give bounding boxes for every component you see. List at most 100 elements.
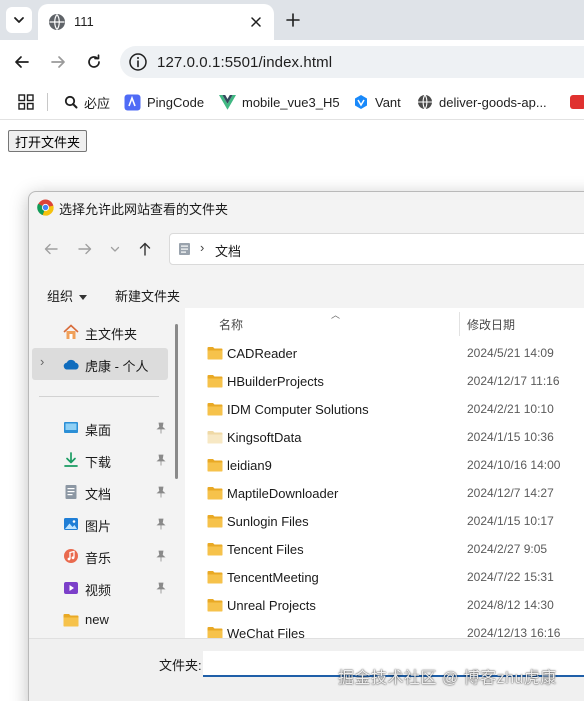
organize-label: 组织: [47, 289, 74, 304]
file-name: CADReader: [227, 346, 298, 361]
up-folder-button[interactable]: [135, 239, 155, 259]
bookmark-deliver-goods[interactable]: deliver-goods-ap...: [417, 93, 547, 111]
caret-down-icon: [79, 295, 88, 301]
bookmark-overflow[interactable]: [570, 93, 584, 111]
nav-scrollbar[interactable]: [175, 324, 178, 479]
tab-search-button[interactable]: [6, 7, 32, 33]
dialog-forward-button[interactable]: [75, 239, 95, 259]
pin-icon[interactable]: [155, 550, 167, 562]
pingcode-icon: [124, 94, 141, 110]
nav-label: 下载: [85, 455, 112, 470]
file-row[interactable]: MaptileDownloader 2024/12/7 14:27: [185, 480, 584, 508]
tab-strip: 111: [0, 0, 584, 40]
tab-close-button[interactable]: [246, 12, 266, 32]
pin-icon[interactable]: [155, 518, 167, 530]
nav-new-folder[interactable]: new: [29, 604, 185, 636]
pin-icon[interactable]: [155, 454, 167, 466]
file-modified-date: 2024/7/22 15:31: [467, 570, 554, 584]
documents-location-icon: [179, 243, 190, 255]
file-row[interactable]: CADReader 2024/5/21 14:09: [185, 340, 584, 368]
document-icon: [65, 485, 77, 499]
dialog-address-bar[interactable]: › 文档: [169, 233, 584, 265]
folder-icon: [207, 543, 223, 556]
organize-button[interactable]: 组织: [47, 286, 88, 305]
reload-icon: [88, 54, 100, 68]
file-row[interactable]: KingsoftData 2024/1/15 10:36: [185, 424, 584, 452]
folder-icon: [207, 487, 223, 500]
chrome-icon: [37, 199, 54, 216]
file-modified-date: 2024/1/15 10:17: [467, 514, 554, 528]
reload-button[interactable]: [82, 50, 106, 74]
file-row[interactable]: IDM Computer Solutions 2024/2/21 10:10: [185, 396, 584, 424]
file-modified-date: 2024/5/21 14:09: [467, 346, 554, 360]
search-icon: [64, 95, 78, 109]
address-bar[interactable]: 127.0.0.1:5501/index.html: [120, 46, 584, 78]
pin-icon[interactable]: [155, 486, 167, 498]
site-info-icon[interactable]: [128, 52, 148, 72]
nav-videos[interactable]: 视频: [29, 572, 185, 604]
nav-label: 视频: [85, 583, 112, 598]
new-tab-button[interactable]: [282, 9, 304, 31]
file-row[interactable]: Sunlogin Files 2024/1/15 10:17: [185, 508, 584, 536]
folder-icon: [207, 347, 223, 360]
tab-title: 111: [74, 14, 94, 29]
apps-button[interactable]: [18, 93, 34, 111]
folder-icon: [207, 431, 223, 444]
file-modified-date: 2024/12/7 14:27: [467, 486, 554, 500]
back-button[interactable]: [10, 50, 34, 74]
dialog-back-button[interactable]: [41, 239, 61, 259]
bookmark-bing[interactable]: 必应: [64, 93, 110, 111]
bookmark-vant[interactable]: Vant: [353, 93, 401, 111]
file-modified-date: 2024/2/21 10:10: [467, 402, 554, 416]
bookmark-mobile-vue3[interactable]: mobile_vue3_H5: [219, 93, 340, 111]
open-folder-button[interactable]: 打开文件夹: [8, 130, 88, 152]
arrow-up-icon: [139, 242, 151, 256]
nav-music[interactable]: 音乐: [29, 540, 185, 572]
folder-icon: [207, 571, 223, 584]
new-folder-label: 新建文件夹: [115, 289, 181, 304]
pin-icon[interactable]: [155, 582, 167, 594]
file-modified-date: 2024/10/16 14:00: [467, 458, 561, 472]
column-header-name[interactable]: 名称: [219, 316, 243, 333]
nav-desktop[interactable]: 桌面: [29, 412, 185, 444]
bookmark-pingcode[interactable]: PingCode: [124, 93, 204, 111]
column-header-modified[interactable]: 修改日期: [467, 316, 515, 333]
new-folder-button[interactable]: 新建文件夹: [115, 286, 180, 305]
url-text[interactable]: 127.0.0.1:5501/index.html: [157, 54, 332, 71]
forward-button[interactable]: [46, 50, 70, 74]
nav-divider: [39, 396, 159, 397]
nav-downloads[interactable]: 下载: [29, 444, 185, 476]
column-separator[interactable]: [459, 312, 460, 336]
bookmark-label: 必应: [84, 95, 111, 111]
file-row[interactable]: Tencent Files 2024/2/27 9:05: [185, 536, 584, 564]
folder-icon: [207, 403, 223, 416]
dialog-titlebar: 选择允许此网站查看的文件夹: [29, 192, 584, 222]
bookmark-label: deliver-goods-ap...: [439, 94, 547, 110]
file-row[interactable]: Unreal Projects 2024/8/12 14:30: [185, 592, 584, 620]
vue-icon: [219, 94, 236, 110]
home-icon: [63, 324, 79, 339]
file-modified-date: 2024/12/17 11:16: [467, 374, 560, 388]
file-row[interactable]: leidian9 2024/10/16 14:00: [185, 452, 584, 480]
active-tab[interactable]: 111: [38, 4, 274, 40]
folder-icon: [63, 614, 79, 627]
nav-documents[interactable]: 文档: [29, 476, 185, 508]
file-name: Sunlogin Files: [227, 514, 309, 529]
file-list-pane: ︿ 名称 修改日期 CADReader 2024/5/21 14:09 HBuild…: [185, 308, 584, 641]
chevron-right-icon[interactable]: ›: [40, 354, 44, 369]
dialog-command-bar: 组织 新建文件夹: [29, 278, 584, 308]
file-name: TencentMeeting: [227, 570, 319, 585]
nav-onedrive[interactable]: › 虎康 - 个人: [32, 348, 168, 380]
nav-home[interactable]: 主文件夹: [29, 316, 185, 348]
nav-pictures[interactable]: 图片: [29, 508, 185, 540]
breadcrumb-documents[interactable]: 文档: [215, 241, 241, 260]
file-row[interactable]: HBuilderProjects 2024/12/17 11:16: [185, 368, 584, 396]
file-row[interactable]: TencentMeeting 2024/7/22 15:31: [185, 564, 584, 592]
plus-icon: [286, 13, 300, 27]
recent-locations-button[interactable]: [105, 239, 125, 259]
file-name: HBuilderProjects: [227, 374, 324, 389]
folder-icon: [207, 459, 223, 472]
file-modified-date: 2024/8/12 14:30: [467, 598, 554, 612]
pin-icon[interactable]: [155, 422, 167, 434]
bookmarks-bar: 必应 PingCode mobile_vue3_H5 Vant deliver-…: [0, 84, 584, 120]
